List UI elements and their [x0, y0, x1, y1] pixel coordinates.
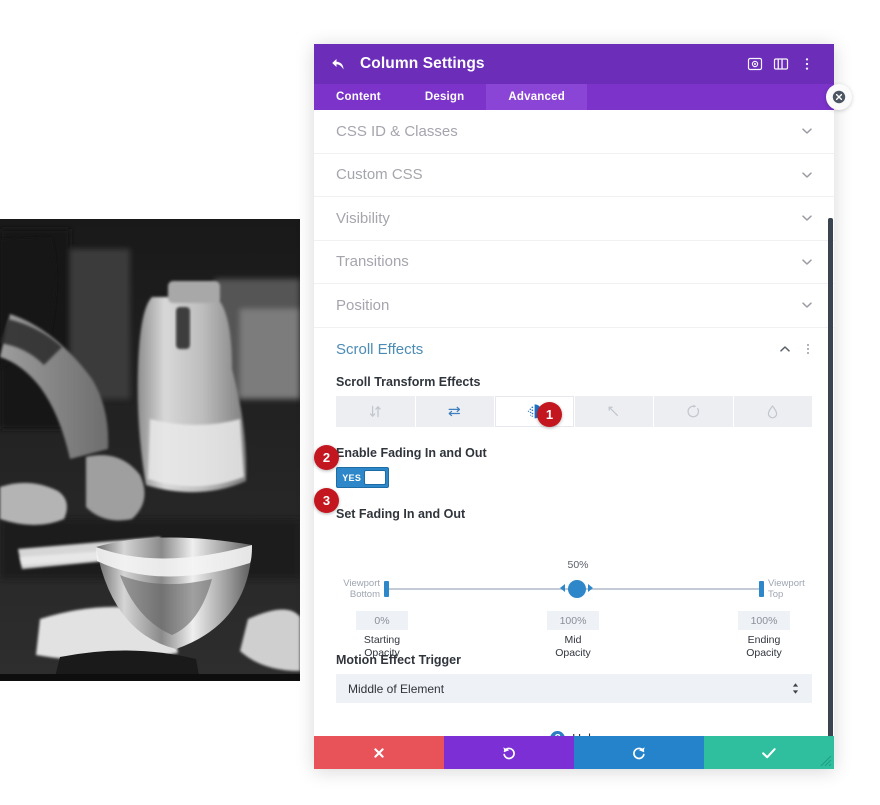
- section-label: Scroll Effects: [336, 340, 424, 358]
- effect-blur-option[interactable]: [733, 396, 812, 427]
- scroll-effects-body: Scroll Transform Effects Enable Fading I…: [314, 371, 834, 736]
- effect-horizontal-motion-option[interactable]: [415, 396, 494, 427]
- resize-grip-icon[interactable]: [818, 753, 832, 767]
- tab-advanced[interactable]: Advanced: [486, 84, 587, 110]
- scroll-transform-effects-label: Scroll Transform Effects: [336, 375, 481, 389]
- slider-right-arrow-icon: [588, 584, 593, 592]
- background-photo: [0, 219, 300, 681]
- modal-footer: [314, 736, 834, 769]
- effect-vertical-motion-option[interactable]: [336, 396, 415, 427]
- close-modal-button[interactable]: [826, 84, 852, 110]
- chevron-down-icon: [800, 124, 814, 138]
- close-x-circle-icon: [832, 90, 846, 104]
- save-button[interactable]: [704, 736, 834, 769]
- motion-effect-trigger-value: Middle of Element: [348, 681, 445, 696]
- effect-scaling-option[interactable]: [574, 396, 653, 427]
- section-scroll-effects[interactable]: Scroll Effects: [314, 328, 834, 372]
- layout-panel-icon[interactable]: [768, 51, 794, 77]
- viewport-top-label: Viewport Top: [768, 578, 805, 600]
- step-badge-3: 3: [314, 488, 339, 513]
- discard-button[interactable]: [314, 736, 444, 769]
- chevron-up-icon[interactable]: [778, 342, 792, 356]
- slider-end-handle[interactable]: [759, 581, 764, 597]
- section-options-kebab-icon[interactable]: [802, 344, 814, 355]
- vertical-motion-icon: [369, 405, 381, 418]
- rotating-icon: [687, 404, 699, 418]
- mid-opacity-caption: Mid Opacity: [555, 634, 591, 659]
- starting-opacity-caption: Starting Opacity: [363, 634, 401, 659]
- section-label: Custom CSS: [336, 166, 423, 184]
- enable-fading-label: Enable Fading In and Out: [336, 446, 487, 460]
- tab-bar: Content Design Advanced: [314, 84, 834, 110]
- section-label: Position: [336, 296, 390, 314]
- redo-button[interactable]: [574, 736, 704, 769]
- section-label: Transitions: [336, 253, 409, 271]
- mid-opacity-input[interactable]: 100%: [547, 611, 599, 630]
- tab-design[interactable]: Design: [403, 84, 487, 110]
- step-badge-2: 2: [314, 445, 339, 470]
- section-label: Visibility: [336, 209, 390, 227]
- vertical-scrollbar[interactable]: [828, 218, 833, 736]
- motion-effect-trigger-select[interactable]: Middle of Element: [336, 674, 812, 703]
- ending-opacity-input[interactable]: 100%: [738, 611, 790, 630]
- set-fading-label: Set Fading In and Out: [336, 507, 466, 521]
- slider-left-arrow-icon: [560, 584, 565, 592]
- step-badge-1: 1: [537, 402, 562, 427]
- page-title: Column Settings: [360, 55, 485, 72]
- slider-start-handle[interactable]: [384, 581, 389, 597]
- enable-fading-toggle[interactable]: YES: [336, 467, 389, 488]
- blur-icon: [768, 405, 778, 419]
- close-x-icon: [374, 747, 384, 758]
- effect-rotating-option[interactable]: [654, 396, 733, 427]
- tab-content[interactable]: Content: [314, 84, 403, 110]
- undo-button[interactable]: [444, 736, 574, 769]
- section-css-id-classes[interactable]: CSS ID & Classes: [314, 110, 834, 154]
- horizontal-motion-icon: [448, 406, 461, 417]
- starting-opacity-input[interactable]: 0%: [356, 611, 408, 630]
- undo-arrow-icon: [503, 746, 515, 759]
- section-label: CSS ID & Classes: [336, 122, 458, 140]
- question-mark-icon: ?: [550, 731, 566, 736]
- viewport-bottom-label: Viewport Bottom: [343, 578, 380, 600]
- chevron-down-icon: [800, 298, 814, 312]
- modal-header: Column Settings: [314, 44, 834, 84]
- slider-mid-handle[interactable]: [568, 580, 586, 598]
- toggle-knob: [364, 470, 386, 485]
- section-custom-css[interactable]: Custom CSS: [314, 154, 834, 197]
- screen: Column Settings Content Design Advanced …: [0, 0, 880, 805]
- chevron-down-icon: [800, 211, 814, 225]
- select-stepper-icon: [792, 683, 799, 694]
- section-transitions[interactable]: Transitions: [314, 241, 834, 284]
- column-settings-modal: Column Settings Content Design Advanced …: [314, 44, 834, 769]
- kebab-menu-icon[interactable]: [794, 51, 820, 77]
- scaling-icon: [608, 406, 619, 417]
- help-row[interactable]: ? Help: [336, 703, 812, 736]
- settings-scroll-area: CSS ID & Classes Custom CSS Visibility T…: [314, 110, 834, 736]
- slider-mid-percent: 50%: [567, 559, 589, 571]
- redo-arrow-icon: [633, 746, 645, 759]
- fading-range-slider: Viewport Bottom 50% Viewport Top 0% Star…: [336, 537, 812, 659]
- checkmark-icon: [762, 747, 776, 758]
- chevron-down-icon: [800, 255, 814, 269]
- ending-opacity-caption: Ending Opacity: [746, 634, 782, 659]
- section-visibility[interactable]: Visibility: [314, 197, 834, 241]
- section-position[interactable]: Position: [314, 284, 834, 328]
- toggle-value: YES: [342, 472, 362, 483]
- chevron-down-icon: [800, 168, 814, 182]
- help-label: Help: [572, 732, 598, 737]
- focus-target-icon[interactable]: [742, 51, 768, 77]
- scroll-transform-effects-selector: [336, 396, 812, 427]
- back-arrow-icon[interactable]: [330, 54, 350, 74]
